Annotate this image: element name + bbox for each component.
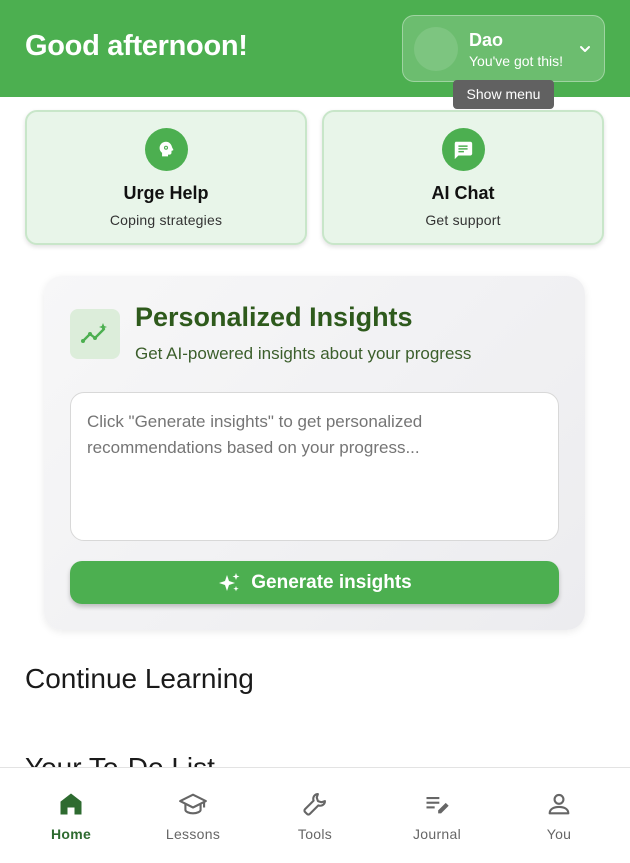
ai-chat-title: AI Chat: [431, 183, 495, 203]
avatar: [414, 27, 458, 71]
urge-help-title: Urge Help: [123, 183, 209, 203]
person-icon: [548, 793, 570, 815]
user-status: You've got this!: [469, 53, 564, 69]
nav-item-home[interactable]: Home: [8, 768, 134, 863]
urge-help-card[interactable]: Urge Help Coping strategies: [25, 110, 307, 245]
nav-label-tools: Tools: [297, 826, 333, 842]
nav-item-journal[interactable]: Journal: [374, 768, 500, 863]
home-screen: Good afternoon! Dao You've got this! Sho…: [0, 0, 630, 863]
show-menu-tooltip: Show menu: [453, 80, 554, 109]
user-name: Dao: [469, 30, 504, 50]
bottom-navigation: Home Lessons Tools Journal You: [0, 767, 630, 863]
greeting-title: Good afternoon!: [25, 30, 248, 62]
nav-label-lessons: Lessons: [165, 826, 221, 842]
continue-learning-heading: Continue Learning: [25, 663, 254, 694]
sparkle-icon: [219, 572, 240, 591]
insights-subtitle: Get AI-powered insights about your progr…: [135, 344, 472, 363]
journal-edit-icon: [426, 797, 449, 814]
wrench-icon: [303, 793, 326, 816]
chat-icon: [441, 128, 485, 171]
nav-label-home: Home: [50, 826, 92, 842]
nav-label-you: You: [546, 826, 572, 842]
urge-help-subtitle: Coping strategies: [109, 212, 223, 228]
ai-chat-subtitle: Get support: [425, 212, 501, 228]
generate-insights-label: Generate insights: [251, 571, 412, 593]
brain-icon: [144, 128, 188, 171]
home-icon: [60, 793, 82, 815]
ai-chat-card[interactable]: AI Chat Get support: [322, 110, 604, 245]
insights-output-field[interactable]: [70, 392, 559, 541]
trend-sparkle-icon: [70, 309, 120, 359]
graduation-cap-icon: [179, 793, 207, 815]
nav-item-lessons[interactable]: Lessons: [130, 768, 256, 863]
nav-item-tools[interactable]: Tools: [252, 768, 378, 863]
chevron-down-icon: [580, 46, 590, 52]
insights-title: Personalized Insights: [135, 302, 413, 332]
generate-insights-button[interactable]: Generate insights: [70, 561, 559, 604]
nav-item-you[interactable]: You: [496, 768, 622, 863]
user-menu-button[interactable]: Dao You've got this!: [402, 15, 605, 82]
nav-label-journal: Journal: [412, 826, 462, 842]
insights-card: Personalized Insights Get AI-powered ins…: [44, 276, 585, 630]
